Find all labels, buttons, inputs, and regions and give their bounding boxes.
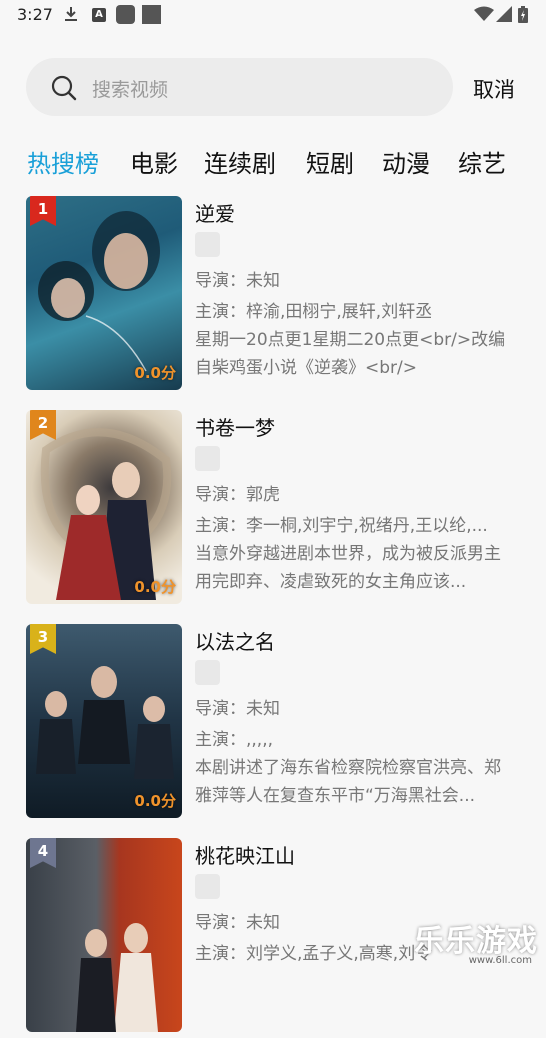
poster-image: 1 0.0分 [26,196,182,390]
signal-icon [496,6,512,22]
cast-text: 主演：梓渝,田栩宁,展轩,刘轩丞 [195,302,433,322]
director-text: 导演：未知 [195,699,280,719]
description-text: 当意外穿越进剧本世界，成为被反派男主用完即弃、凌虐致死的女主角应该... [195,544,501,592]
tag-placeholder [195,660,220,685]
battery-icon [518,6,528,23]
poster-art [38,211,160,372]
description-text: 本剧讲述了海东省检察院检察官洪亮、郑雅萍等人在复查东平市“万海黑社会... [195,758,501,806]
item-title: 以法之名 [195,630,275,654]
item-title: 书卷一梦 [195,416,275,440]
watermark-url: www.6ll.com [468,955,532,966]
app-square-icon-2 [142,5,161,24]
poster-image: 3 0.0分 [26,624,182,818]
app-a-icon: A [92,8,106,22]
tab-short-drama[interactable]: 短剧 [306,144,354,179]
cast-text: 主演：李一桐,刘宇宁,祝绪丹,王以纶,... [195,516,488,536]
search-input[interactable]: 搜索视频 [26,58,453,116]
app-square-icon [116,5,135,24]
poster-image: 4 [26,838,182,1032]
search-icon [51,75,77,101]
tag-placeholder [195,232,220,257]
cast-text: 主演：,,,,, [195,730,274,750]
category-tabs: 热搜榜 电影 连续剧 短剧 动漫 综艺 [0,144,546,178]
status-time: 3:27 [17,5,53,24]
description-text: 星期一20点更1星期二20点更<br/>改编自柴鸡蛋小说《逆袭》<br/> [195,330,506,378]
tag-placeholder [195,874,220,899]
score-label: 0.0分 [134,364,176,382]
poster-art [76,923,158,1032]
tab-movies[interactable]: 电影 [130,144,178,179]
poster-art [40,428,172,600]
watermark-text: 乐乐游戏 [414,924,538,959]
list-item[interactable]: 1 0.0分 逆爱 导演：未知 主演：梓渝,田栩宁,展轩,刘轩丞 星期一20点更… [0,196,546,396]
tab-variety[interactable]: 综艺 [458,144,506,179]
poster-image: 2 0.0分 [26,410,182,604]
poster-art [36,666,174,779]
director-text: 导演：郭虎 [195,485,280,505]
watermark-logo: 乐乐游戏 www.6ll.com [410,916,542,966]
list-item[interactable]: 2 0.0分 书卷一梦 导演：郭虎 主演：李一桐,刘宇宁,祝绪丹,王以纶,...… [0,410,546,610]
tab-anime[interactable]: 动漫 [382,144,430,179]
tab-hot-search[interactable]: 热搜榜 [27,144,99,179]
score-label: 0.0分 [134,578,176,596]
score-label: 0.0分 [134,792,176,810]
tab-series[interactable]: 连续剧 [204,144,276,179]
item-title: 桃花映江山 [195,844,295,868]
download-icon [65,7,77,21]
wifi-icon [474,6,494,21]
cancel-button[interactable]: 取消 [473,74,515,104]
director-text: 导演：未知 [195,271,280,291]
tag-placeholder [195,446,220,471]
search-placeholder: 搜索视频 [92,79,169,101]
status-bar: 3:27 A [0,0,546,30]
list-item[interactable]: 3 0.0分 以法之名 导演：未知 主演：,,,,, 本剧讲述了海东省检察院检察… [0,624,546,824]
item-title: 逆爱 [195,202,235,226]
